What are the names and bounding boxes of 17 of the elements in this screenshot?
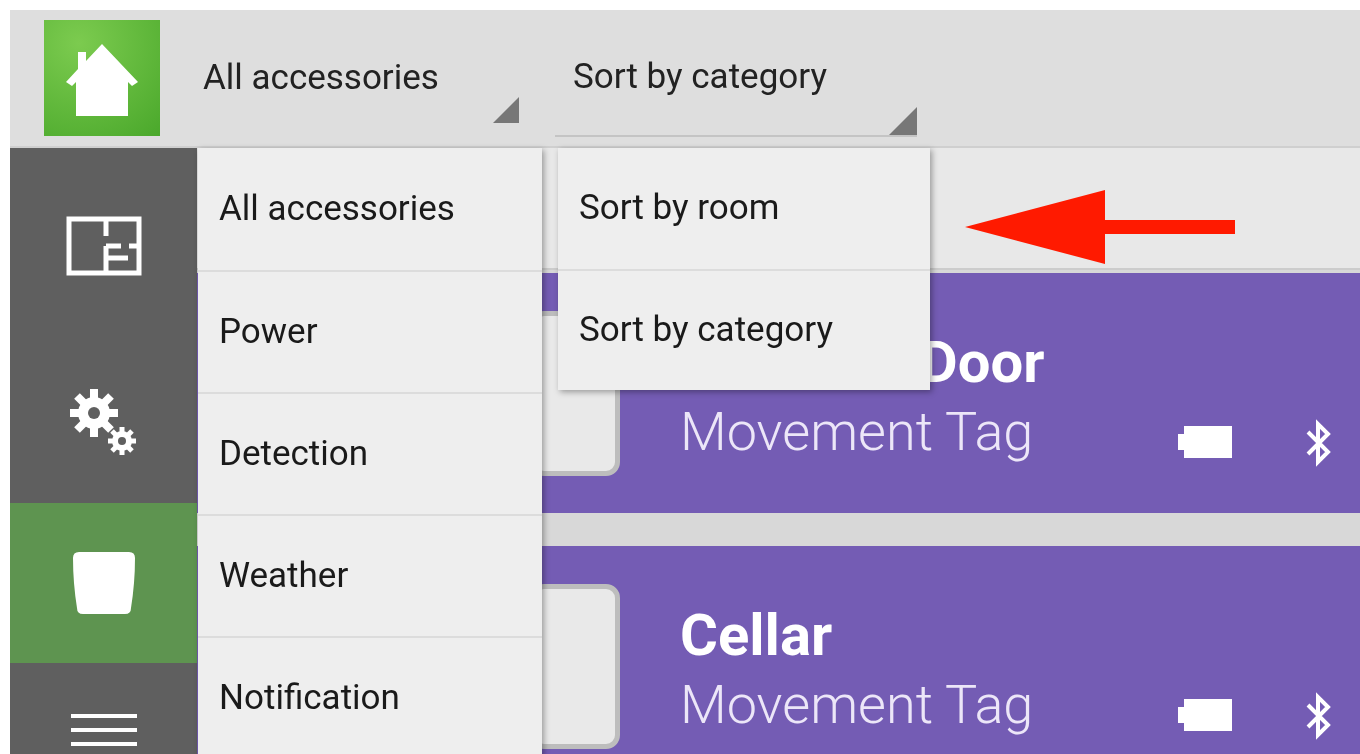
menu-item[interactable]: Notification (198, 636, 542, 754)
device-subtitle: Movement Tag (680, 672, 1034, 738)
menu-item[interactable]: Sort by room (558, 148, 930, 269)
device-title: Cellar (680, 600, 834, 670)
floorplan-icon (65, 215, 142, 276)
sort-spinner[interactable]: Sort by category (555, 19, 917, 137)
menu-item[interactable]: Sort by category (558, 269, 930, 390)
filter-spinner[interactable]: All accessories (200, 19, 525, 137)
menu-item[interactable]: Detection (198, 392, 542, 514)
menu-item[interactable]: All accessories (198, 148, 542, 270)
device-subtitle: Movement Tag (680, 399, 1035, 465)
menu-item[interactable]: Weather (198, 514, 542, 636)
menu-item[interactable]: Power (198, 270, 542, 392)
battery-icon (1178, 426, 1232, 458)
battery-icon (1178, 699, 1232, 731)
sidebar-item[interactable] (10, 503, 197, 663)
home-logo-icon[interactable] (44, 20, 160, 136)
